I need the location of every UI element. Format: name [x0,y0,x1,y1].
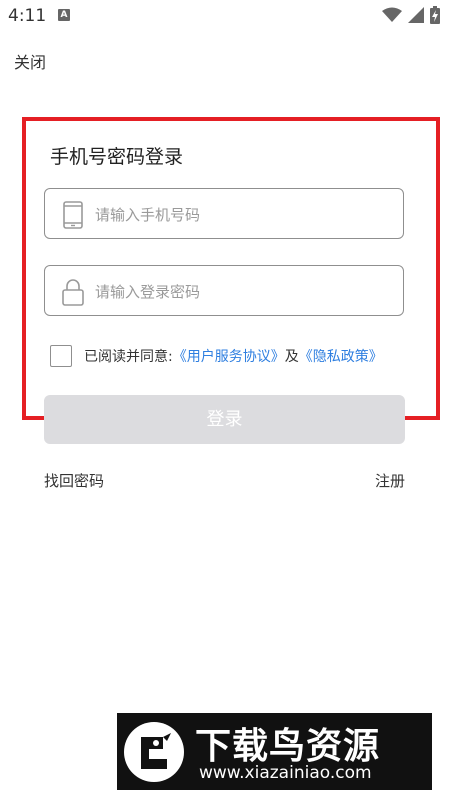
watermark-url: www.xiazainiao.com [199,763,372,783]
privacy-policy-link[interactable]: 《隐私政策》 [299,346,383,366]
battery-icon [430,6,440,24]
bird-logo-icon [124,722,184,782]
status-bar: 4:11 A [0,0,450,32]
lock-icon [62,279,84,306]
phone-input[interactable] [93,189,397,240]
agreement-checkbox[interactable] [50,345,72,367]
phone-icon [63,201,83,229]
password-field[interactable] [44,265,404,317]
status-time: 4:11 [8,6,47,26]
user-agreement-link[interactable]: 《用户服务协议》 [173,346,285,366]
forgot-password-link[interactable]: 找回密码 [44,470,104,491]
watermark-title: 下载鸟资源 [195,726,381,767]
agreement-and: 及 [284,349,299,365]
agreement-row: 已阅读并同意: 《用户服务协议》 及 《隐私政策》 [50,343,383,369]
page-title: 手机号密码登录 [50,146,184,168]
register-link[interactable]: 注册 [375,470,405,491]
agreement-prefix: 已阅读并同意: [84,349,173,365]
watermark: 下载鸟资源 www.xiazainiao.com [117,713,432,790]
phone-field[interactable] [44,188,404,240]
password-input[interactable] [93,266,397,317]
status-icons [382,6,440,24]
signal-icon [408,7,424,23]
close-button[interactable]: 关闭 [14,49,46,73]
notification-icon: A [58,9,70,21]
wifi-icon [382,7,402,22]
login-button[interactable]: 登录 [44,395,405,444]
